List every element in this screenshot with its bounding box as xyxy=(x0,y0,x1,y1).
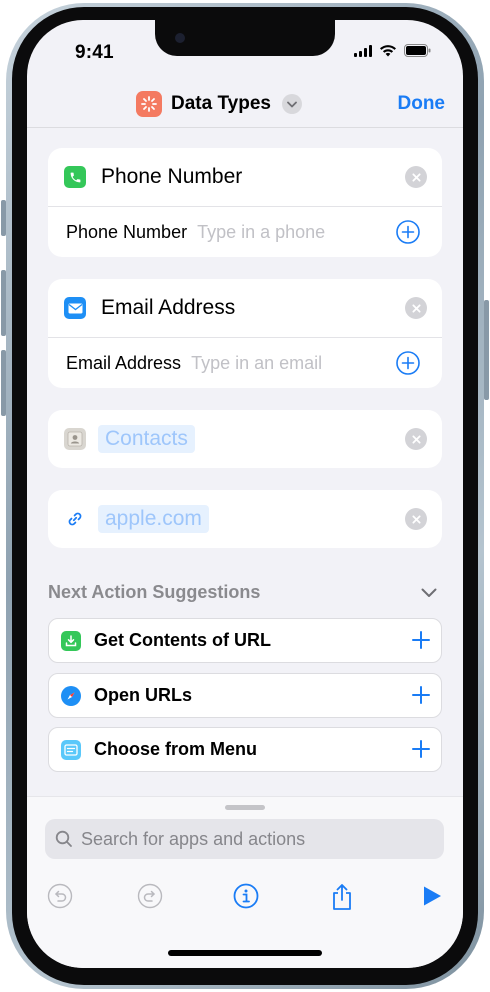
phone-icon xyxy=(64,166,86,188)
suggestion-label: Open URLs xyxy=(94,685,193,705)
email-address-action: Email Address Email Address Type in an e… xyxy=(48,279,442,388)
email-address-field[interactable]: Email Address Type in an email xyxy=(48,337,442,388)
plus-icon[interactable] xyxy=(411,630,431,650)
close-icon xyxy=(411,172,421,182)
page-title: Data Types xyxy=(171,93,271,114)
search-input[interactable]: Search for apps and actions xyxy=(45,819,444,859)
search-icon xyxy=(55,830,72,847)
action-header: apple.com xyxy=(48,490,442,548)
contacts-action: Contacts xyxy=(48,410,442,468)
url-action: apple.com xyxy=(48,490,442,548)
remove-action-button[interactable] xyxy=(405,508,427,530)
field-label: Phone Number xyxy=(66,221,188,242)
close-icon xyxy=(411,434,421,444)
phone-number-field[interactable]: Phone Number Type in a phone xyxy=(48,206,442,257)
safari-icon xyxy=(61,685,81,706)
action-search-sheet: Search for apps and actions xyxy=(27,796,463,968)
action-header: Phone Number xyxy=(48,148,442,206)
volume-up-button xyxy=(1,270,6,336)
run-icon[interactable] xyxy=(421,885,443,907)
add-circle-icon[interactable] xyxy=(396,351,420,375)
phone-number-action: Phone Number Phone Number Type in a phon… xyxy=(48,148,442,257)
divider xyxy=(27,127,463,128)
suggestions-header[interactable]: Next Action Suggestions xyxy=(48,582,442,603)
suggestion-label: Choose from Menu xyxy=(94,739,258,759)
add-circle-icon[interactable] xyxy=(396,220,420,244)
done-button[interactable]: Done xyxy=(398,93,446,115)
editor-toolbar xyxy=(27,883,463,923)
contacts-variable-token[interactable]: Contacts xyxy=(98,425,195,453)
shortcut-app-icon xyxy=(136,91,162,117)
field-label: Email Address xyxy=(66,352,182,373)
undo-icon[interactable] xyxy=(47,883,73,909)
suggestion-label: Get Contents of URL xyxy=(94,630,271,650)
screen: 9:41 Data Types Done Phone Number Phone … xyxy=(27,20,463,968)
side-button xyxy=(484,300,489,400)
battery-icon xyxy=(404,44,431,57)
remove-action-button[interactable] xyxy=(405,166,427,188)
cellular-signal-icon xyxy=(354,44,372,57)
info-icon[interactable] xyxy=(233,883,259,909)
status-icons xyxy=(354,44,431,57)
plus-icon[interactable] xyxy=(411,685,431,705)
action-header: Contacts xyxy=(48,410,442,468)
action-title: Phone Number xyxy=(101,165,243,188)
wifi-icon xyxy=(380,45,396,57)
status-time: 9:41 xyxy=(75,42,114,63)
download-icon xyxy=(61,630,81,651)
mail-icon xyxy=(64,297,86,319)
menu-icon xyxy=(61,739,81,760)
close-icon xyxy=(411,514,421,524)
sparkle-icon xyxy=(141,96,157,112)
sheet-grabber[interactable] xyxy=(225,805,265,810)
shortcut-title-menu[interactable]: Data Types xyxy=(136,91,302,117)
email-address-input[interactable]: Type in an email xyxy=(191,353,322,374)
suggestions-title: Next Action Suggestions xyxy=(48,582,261,602)
chevron-down-icon[interactable] xyxy=(421,588,437,598)
contacts-icon xyxy=(64,428,86,450)
remove-action-button[interactable] xyxy=(405,428,427,450)
phone-number-input[interactable]: Type in a phone xyxy=(197,222,325,243)
plus-icon[interactable] xyxy=(411,739,431,759)
redo-icon[interactable] xyxy=(137,883,163,909)
action-title: Email Address xyxy=(101,296,236,319)
close-icon xyxy=(411,303,421,313)
link-icon xyxy=(64,508,86,530)
search-placeholder: Search for apps and actions xyxy=(81,828,306,849)
navigation-header: Data Types Done xyxy=(27,86,463,128)
url-variable-token[interactable]: apple.com xyxy=(98,505,209,533)
home-indicator xyxy=(168,950,322,956)
suggestion-open-urls[interactable]: Open URLs xyxy=(48,673,442,718)
chevron-down-icon xyxy=(281,94,302,114)
suggestion-get-contents-of-url[interactable]: Get Contents of URL xyxy=(48,618,442,663)
camera-icon xyxy=(175,33,185,43)
silent-switch xyxy=(1,200,6,236)
suggestion-choose-from-menu[interactable]: Choose from Menu xyxy=(48,727,442,772)
share-icon[interactable] xyxy=(330,883,354,911)
remove-action-button[interactable] xyxy=(405,297,427,319)
notch xyxy=(155,20,335,56)
volume-down-button xyxy=(1,350,6,416)
action-header: Email Address xyxy=(48,279,442,337)
